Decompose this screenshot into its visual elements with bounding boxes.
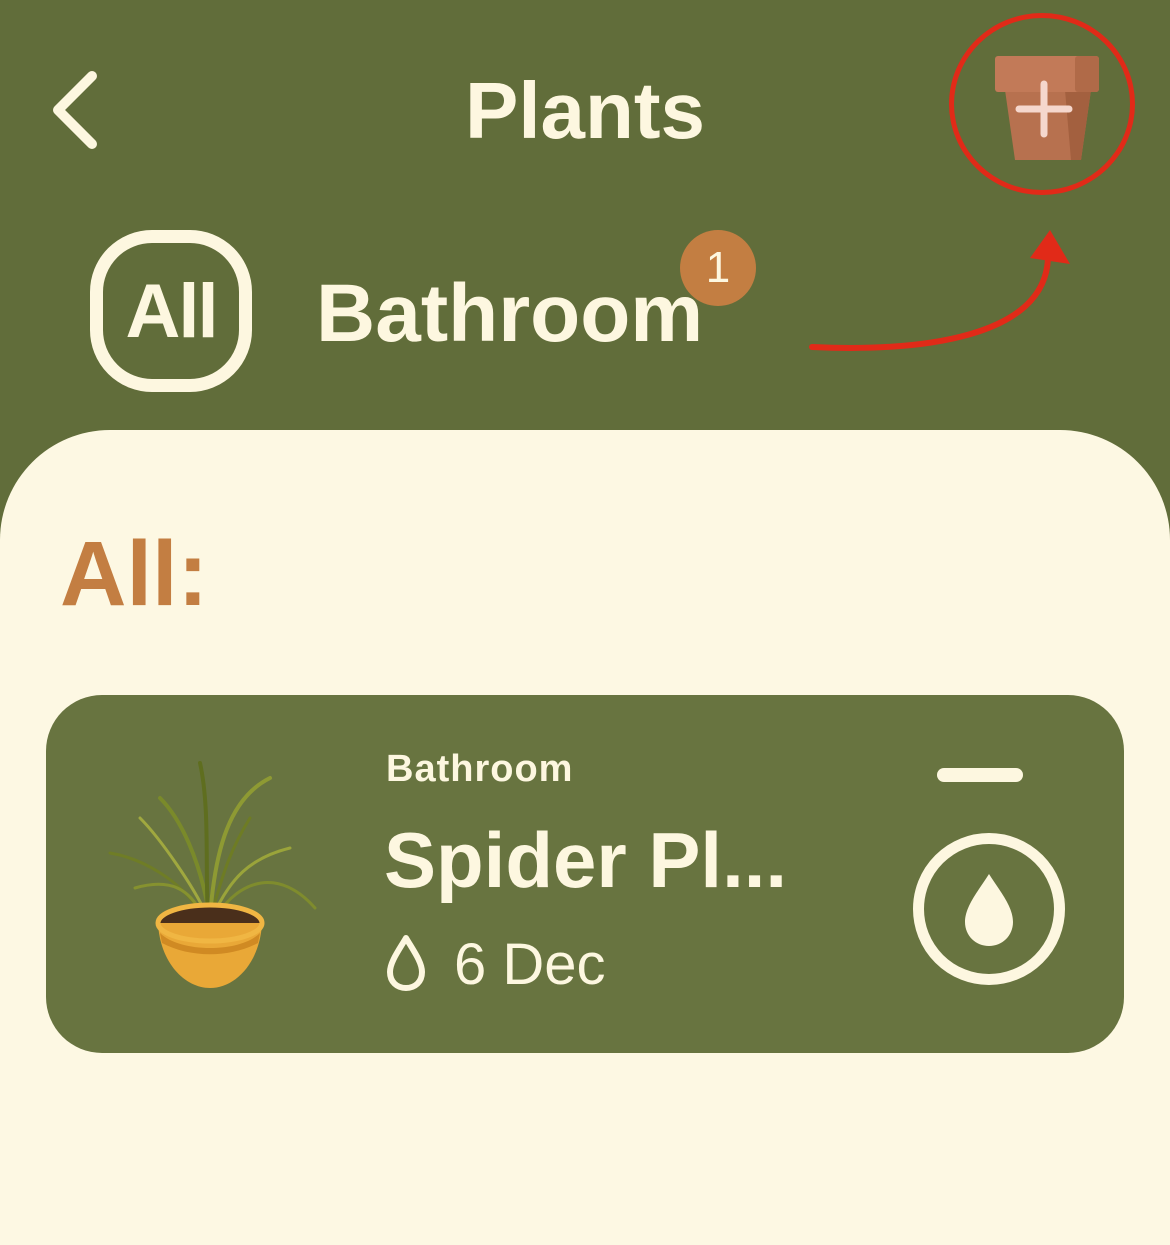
water-button[interactable]: [913, 833, 1065, 985]
header: Plants All Bathroom 1: [0, 0, 1170, 440]
spider-plant-image: [108, 761, 317, 988]
water-drop-icon: [965, 874, 1013, 946]
count-badge: 1: [680, 230, 756, 306]
filter-bathroom-tab[interactable]: Bathroom: [316, 268, 703, 360]
remove-indicator: [937, 768, 1023, 782]
section-title: All:: [60, 523, 209, 625]
plant-name: Spider Pl...: [384, 816, 788, 904]
next-watering-date: 6 Dec: [454, 932, 606, 997]
highlight-annotation: [949, 13, 1135, 195]
arrow-annotation: [809, 230, 1070, 351]
filter-all-tab[interactable]: All: [90, 230, 252, 392]
plant-room-label: Bathroom: [386, 748, 574, 790]
water-drop-icon: [387, 935, 425, 991]
